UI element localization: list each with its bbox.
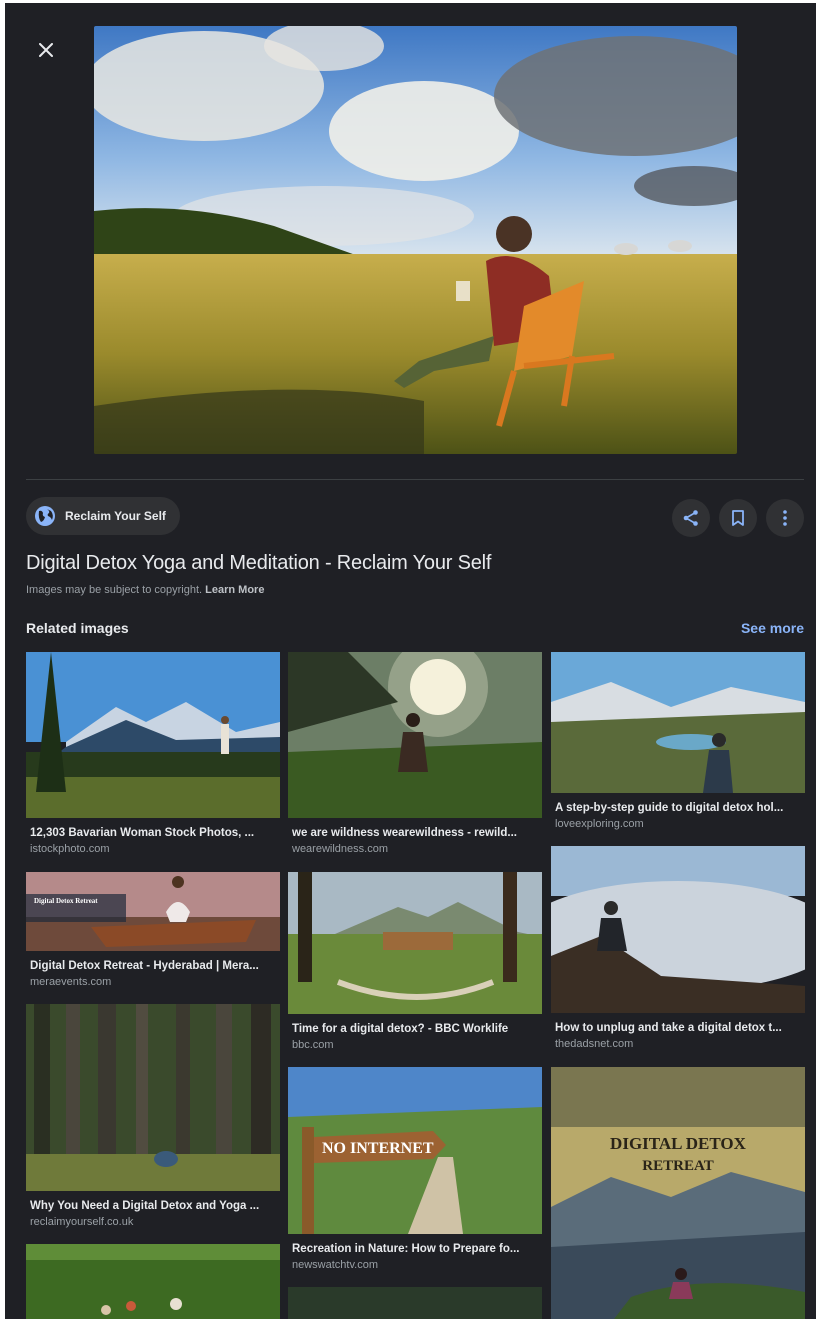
related-image-caption: A step-by-step guide to digital detox ho…: [555, 802, 784, 814]
related-image-card[interactable]: 12,303 Bavarian Woman Stock Photos, ... …: [26, 652, 280, 855]
related-image-domain: newswatchtv.com: [292, 1259, 378, 1271]
close-icon: [39, 43, 53, 57]
copyright-notice: Images may be subject to copyright. Lear…: [26, 584, 265, 596]
related-image-thumbnail[interactable]: [26, 1244, 280, 1319]
related-images-heading: Related images: [26, 620, 129, 636]
thumbnail-overlay-text: DIGITAL DETOX RETREAT: [610, 1134, 746, 1174]
related-image-thumbnail[interactable]: [288, 1287, 542, 1319]
related-image-thumbnail[interactable]: [26, 652, 280, 818]
related-image-thumbnail[interactable]: [551, 652, 805, 793]
related-image-thumbnail[interactable]: [288, 872, 542, 1014]
related-image-thumbnail[interactable]: [288, 652, 542, 818]
related-image-caption: How to unplug and take a digital detox t…: [555, 1022, 782, 1034]
related-image-card[interactable]: we are wildness wearewildness - rewild..…: [288, 652, 542, 855]
action-buttons: [672, 499, 804, 537]
thumbnail-overlay-text: Digital Detox Retreat: [34, 897, 98, 905]
related-image-card[interactable]: A step-by-step guide to digital detox ho…: [551, 652, 805, 830]
related-image-card[interactable]: [26, 1244, 280, 1319]
related-image-thumbnail[interactable]: [551, 846, 805, 1013]
related-image-card[interactable]: Digital Detox Retreat Digital Detox Retr…: [26, 872, 280, 988]
related-image-card[interactable]: NO INTERNET Recreation in Nature: How to…: [288, 1067, 542, 1271]
related-image-caption: Why You Need a Digital Detox and Yoga ..…: [30, 1200, 260, 1212]
share-button[interactable]: [672, 499, 710, 537]
divider: [26, 479, 804, 480]
related-image-domain: istockphoto.com: [30, 843, 110, 855]
related-image-caption: Recreation in Nature: How to Prepare fo.…: [292, 1243, 520, 1255]
source-name: Reclaim Your Self: [65, 509, 166, 523]
source-chip[interactable]: Reclaim Your Self: [26, 497, 180, 535]
share-icon: [683, 510, 698, 526]
related-image-caption: 12,303 Bavarian Woman Stock Photos, ...: [30, 827, 255, 839]
related-image-domain: wearewildness.com: [292, 843, 388, 855]
thumbnail-overlay-text: NO INTERNET: [322, 1140, 434, 1157]
related-image-domain: loveexploring.com: [555, 818, 644, 830]
related-image-card[interactable]: DIGITAL DETOX RETREAT: [551, 1067, 805, 1319]
main-image[interactable]: [94, 26, 737, 454]
related-image-caption: Digital Detox Retreat - Hyderabad | Mera…: [30, 960, 259, 972]
see-more-link[interactable]: See more: [741, 620, 804, 636]
related-image-card[interactable]: [288, 1287, 542, 1319]
image-title[interactable]: Digital Detox Yoga and Meditation - Recl…: [26, 552, 491, 575]
related-image-thumbnail[interactable]: NO INTERNET: [288, 1067, 542, 1234]
globe-icon: [35, 506, 55, 526]
save-button[interactable]: [719, 499, 757, 537]
learn-more-link[interactable]: Learn More: [205, 584, 264, 596]
related-image-card[interactable]: How to unplug and take a digital detox t…: [551, 846, 805, 1050]
more-options-button[interactable]: [766, 499, 804, 537]
related-image-card[interactable]: Time for a digital detox? - BBC Worklife…: [288, 872, 542, 1051]
related-image-thumbnail[interactable]: DIGITAL DETOX RETREAT: [551, 1067, 805, 1319]
related-image-thumbnail[interactable]: [26, 1004, 280, 1191]
close-button[interactable]: [29, 33, 63, 67]
related-image-domain: meraevents.com: [30, 976, 112, 988]
related-image-caption: we are wildness wearewildness - rewild..…: [292, 827, 517, 839]
related-image-domain: reclaimyourself.co.uk: [30, 1216, 134, 1228]
related-image-domain: thedadsnet.com: [555, 1038, 634, 1050]
related-image-thumbnail[interactable]: Digital Detox Retreat: [26, 872, 280, 951]
bookmark-icon: [732, 510, 744, 526]
image-viewer-panel: Reclaim Your Self Digital Detox Yoga and…: [5, 3, 816, 1319]
related-image-card[interactable]: Why You Need a Digital Detox and Yoga ..…: [26, 1004, 280, 1228]
related-image-domain: bbc.com: [292, 1039, 334, 1051]
more-vert-icon: [783, 510, 787, 526]
related-image-caption: Time for a digital detox? - BBC Worklife: [292, 1023, 509, 1035]
